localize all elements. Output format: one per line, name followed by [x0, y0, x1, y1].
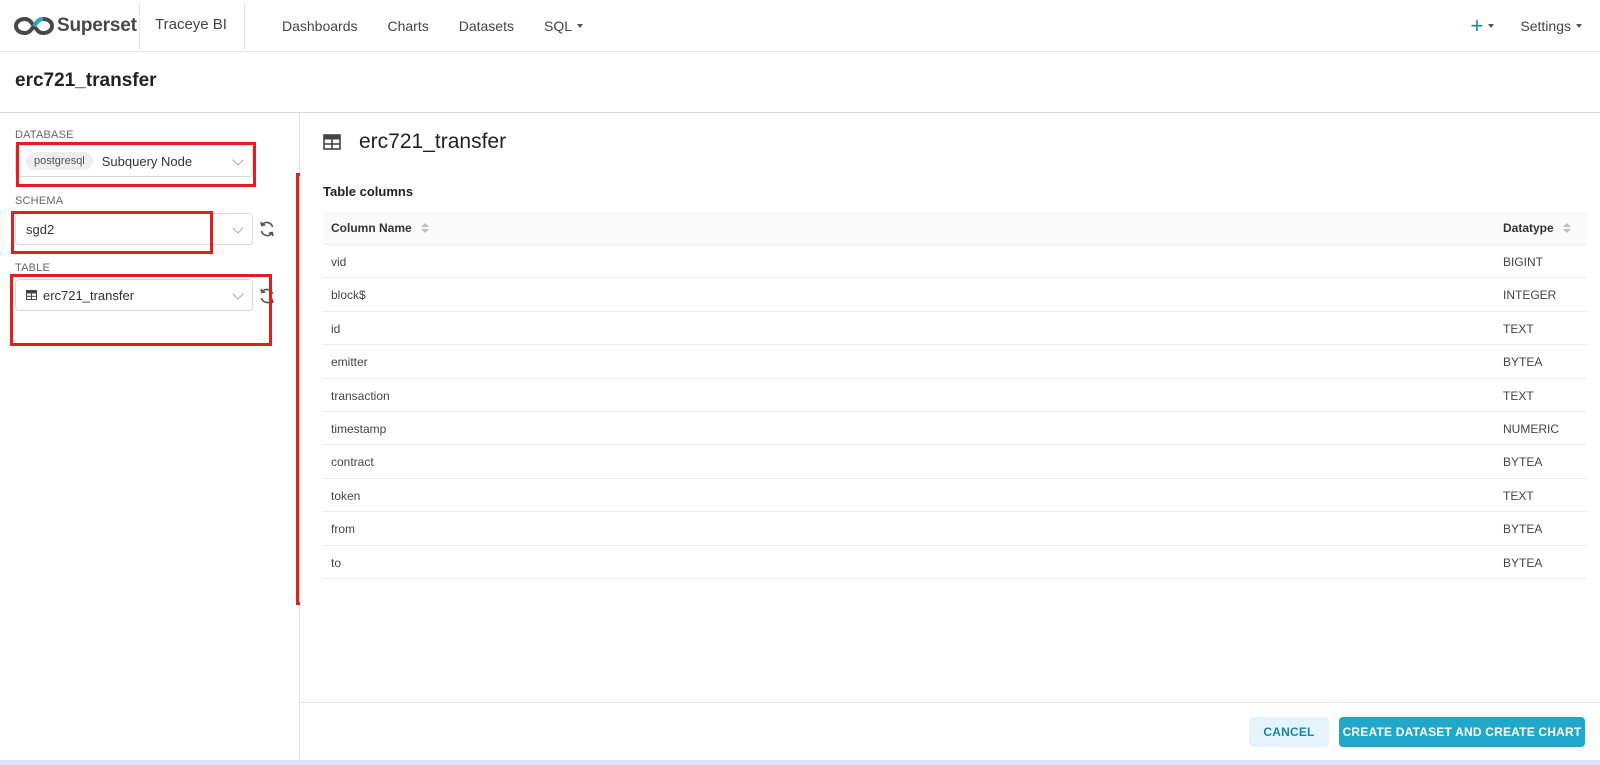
table-row: contract BYTEA: [323, 445, 1587, 479]
plus-icon: +: [1470, 13, 1484, 38]
nav-link-charts[interactable]: Charts: [388, 18, 429, 34]
table-row: from BYTEA: [323, 512, 1587, 546]
table-value: erc721_transfer: [43, 287, 135, 303]
column-name-header[interactable]: Column Name: [331, 221, 429, 235]
column-name-cell: emitter: [331, 355, 368, 370]
dataset-title-text: erc721_transfer: [359, 130, 507, 153]
left-panel: [0, 113, 300, 765]
columns-table: Column Name Datatype vid BIGINT block$ INT…: [323, 212, 1587, 579]
nav-links: Dashboards Charts Datasets SQL: [282, 0, 613, 52]
page-header: erc721_transfer: [0, 52, 1600, 113]
divider: [139, 2, 140, 50]
table-row: block$ INTEGER: [323, 278, 1587, 312]
table-icon: [26, 290, 37, 300]
table-row: to BYTEA: [323, 546, 1587, 579]
datatype-cell: NUMERIC: [1503, 421, 1559, 436]
settings-label: Settings: [1520, 18, 1571, 34]
column-name-cell: to: [331, 555, 342, 570]
nav-link-datasets[interactable]: Datasets: [459, 18, 514, 34]
dataset-title: erc721_transfer: [323, 130, 506, 154]
cancel-button[interactable]: CANCEL: [1249, 717, 1329, 747]
datatype-cell: BIGINT: [1503, 255, 1544, 269]
settings-menu[interactable]: Settings: [1520, 18, 1582, 34]
table-row: timestamp NUMERIC: [323, 412, 1587, 446]
datatype-cell: BYTEA: [1503, 522, 1543, 537]
bottom-edge: [0, 760, 1600, 765]
top-navbar: Superset Traceye BI Dashboards Charts Da…: [0, 0, 1600, 52]
nav-link-dashboards[interactable]: Dashboards: [282, 18, 358, 34]
nav-link-label: Charts: [387, 18, 429, 34]
superset-logo-icon: [14, 16, 54, 36]
table-label: TABLE: [15, 262, 51, 274]
column-name-cell: token: [331, 488, 361, 503]
nav-link-sql[interactable]: SQL: [544, 18, 583, 34]
page-title: erc721_transfer: [15, 70, 157, 91]
datatype-header[interactable]: Datatype: [1503, 221, 1571, 235]
caret-down-icon: [577, 24, 583, 28]
column-name-cell: timestamp: [331, 421, 387, 436]
datatype-cell: TEXT: [1503, 488, 1534, 503]
table-row: emitter BYTEA: [323, 345, 1587, 379]
table-icon: [323, 134, 341, 150]
column-name-cell: vid: [331, 255, 347, 269]
nav-link-label: SQL: [543, 18, 572, 34]
table-columns-label: Table columns: [323, 184, 414, 199]
divider: [244, 2, 245, 50]
column-name-cell: transaction: [331, 388, 390, 403]
refresh-table-icon[interactable]: [258, 287, 276, 305]
brand-name: Superset: [57, 15, 137, 36]
database-name: Subquery Node: [101, 153, 193, 169]
column-name-cell: contract: [331, 455, 374, 470]
chevron-down-icon: [232, 222, 244, 234]
caret-down-icon: [1488, 24, 1495, 28]
caret-down-icon: [1576, 24, 1582, 28]
database-select[interactable]: postgresql Subquery Node: [15, 145, 253, 177]
table-row: transaction TEXT: [323, 379, 1587, 412]
column-name-cell: id: [331, 321, 341, 336]
new-menu-button[interactable]: +: [1471, 15, 1495, 37]
schema-value: sgd2: [26, 221, 55, 237]
table-select[interactable]: erc721_transfer: [15, 279, 253, 311]
schema-select[interactable]: sgd2: [15, 213, 253, 245]
datatype-cell: TEXT: [1503, 388, 1534, 403]
column-name-cell: from: [331, 522, 355, 537]
table-row: vid BIGINT: [323, 245, 1587, 279]
datatype-header-label: Datatype: [1503, 221, 1554, 235]
sort-icon: [1562, 223, 1571, 233]
create-dataset-button[interactable]: CREATE DATASET AND CREATE CHART: [1339, 717, 1585, 747]
table-header: Column Name Datatype: [323, 212, 1587, 245]
table-row: token TEXT: [323, 479, 1587, 513]
nav-right: + Settings: [1471, 0, 1582, 52]
datatype-cell: TEXT: [1503, 321, 1534, 336]
database-label: DATABASE: [15, 129, 74, 141]
workspace-name[interactable]: Traceye BI: [155, 16, 227, 33]
datatype-cell: INTEGER: [1503, 288, 1557, 303]
chevron-down-icon: [232, 154, 244, 166]
chevron-down-icon: [232, 288, 244, 300]
schema-label: SCHEMA: [15, 195, 64, 207]
brand[interactable]: Superset: [14, 12, 137, 40]
table-row: id TEXT: [323, 312, 1587, 346]
datatype-cell: BYTEA: [1503, 455, 1543, 470]
sort-icon: [420, 223, 429, 233]
datatype-cell: BYTEA: [1503, 555, 1543, 570]
column-name-header-label: Column Name: [331, 221, 412, 235]
nav-link-label: Datasets: [458, 18, 514, 34]
database-type-tag: postgresql: [26, 152, 93, 170]
nav-link-label: Dashboards: [282, 18, 358, 34]
refresh-schema-icon[interactable]: [258, 220, 276, 238]
datatype-cell: BYTEA: [1503, 355, 1543, 370]
column-name-cell: block$: [331, 288, 366, 303]
